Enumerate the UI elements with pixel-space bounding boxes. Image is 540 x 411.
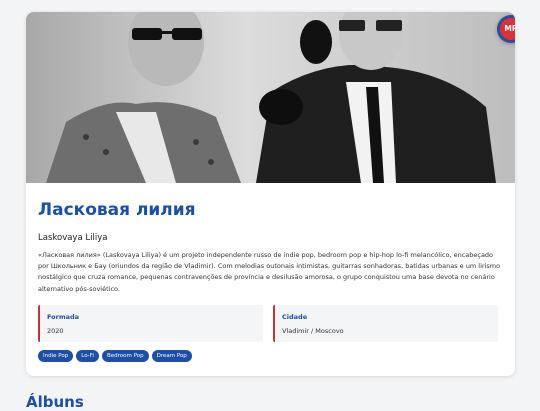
tag-indie-pop[interactable]: Indie Pop [38,350,74,362]
info-formed-value: 2020 [47,327,64,335]
artist-card: MR Ласковая лилия Laskovaya Liliya «Ласк… [26,12,515,376]
artist-description: «Ласковая лилия» (Laskovaya Liliya) é um… [38,251,501,293]
artist-latin-name: Laskovaya Liliya [38,233,108,243]
genre-tags: Indie Pop Lo-Fi Bedroom Pop Dream Pop [38,350,192,362]
info-formed: Formada 2020 [38,305,263,342]
info-city-value: Vladimir / Moscovo [282,327,344,335]
tag-dream-pop[interactable]: Dream Pop [151,350,192,362]
info-city-label: Cidade [282,313,308,321]
tag-bedroom-pop[interactable]: Bedroom Pop [101,350,149,362]
tag-lo-fi[interactable]: Lo-Fi [76,350,99,362]
band-photo-icon [26,12,515,183]
info-city: Cidade Vladimir / Moscovo [273,305,498,342]
info-formed-label: Formada [47,313,80,321]
brand-logo-text: MR [500,18,515,40]
albums-section-title: Álbuns [26,393,84,411]
artist-name: Ласковая лилия [38,200,196,220]
